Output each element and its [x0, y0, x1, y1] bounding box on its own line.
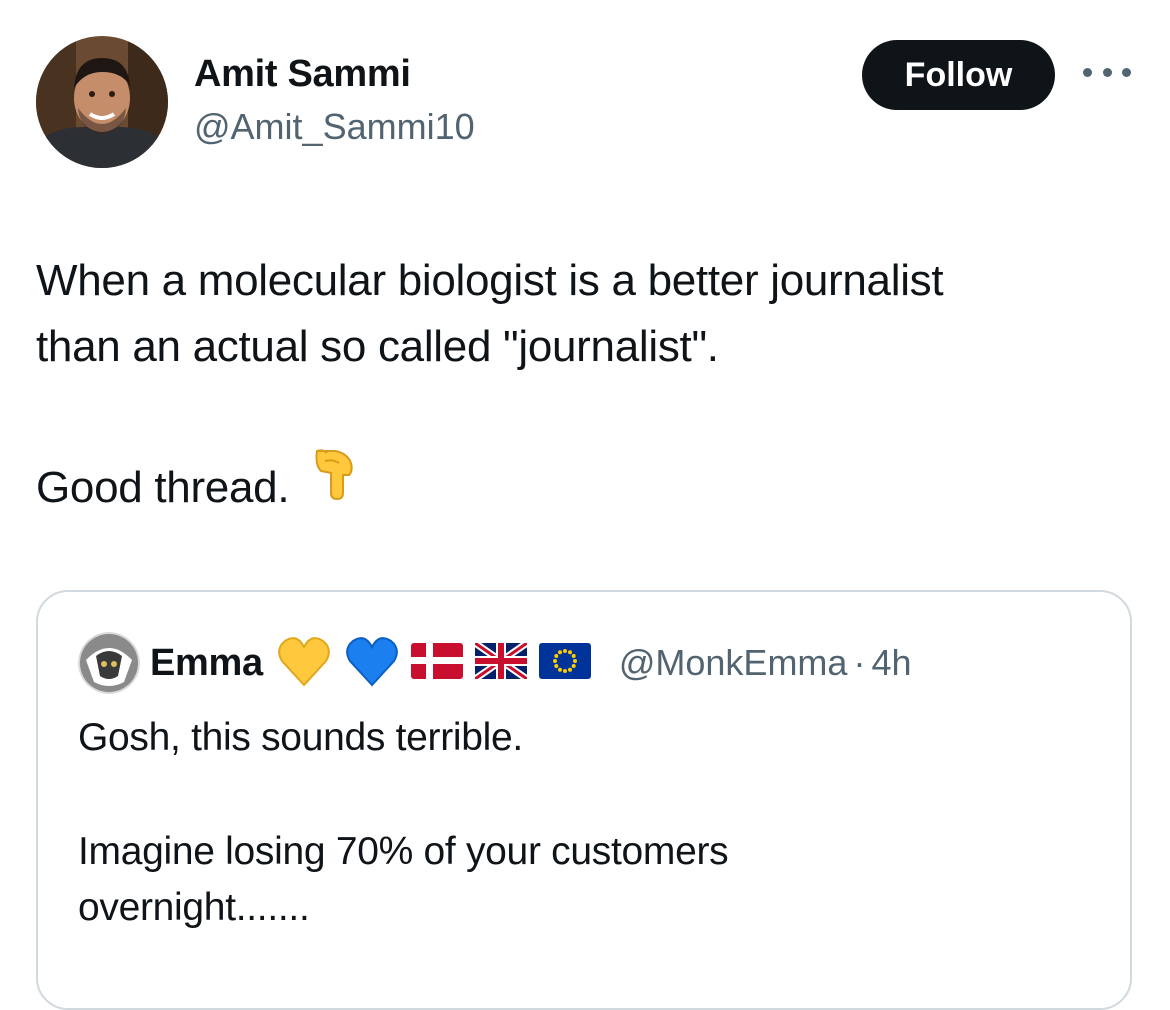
quoted-line: Gosh, this sounds terrible.: [78, 716, 523, 759]
quoted-timestamp[interactable]: 4h: [871, 642, 911, 684]
more-options-icon[interactable]: [1083, 62, 1131, 82]
quoted-name[interactable]: Emma: [150, 642, 263, 685]
tweet-line-text: Good thread.: [36, 463, 290, 513]
yellow-heart-icon: [277, 635, 331, 692]
quoted-handle[interactable]: @MonkEmma: [619, 642, 848, 684]
uk-flag-icon: [472, 639, 529, 684]
quoted-tweet[interactable]: Emma @MonkEmma · 4h Gosh, this sounds te…: [36, 590, 1132, 1010]
blue-heart-icon: [345, 635, 399, 692]
quoted-separator: ·: [853, 642, 866, 683]
backhand-index-pointing-down-icon: [311, 445, 355, 520]
quoted-text: Gosh, this sounds terrible. Imagine losi…: [78, 710, 1078, 936]
denmark-flag-icon: [410, 642, 463, 684]
tweet-text: When a molecular biologist is a better j…: [36, 248, 1146, 528]
author-name[interactable]: Amit Sammi: [194, 50, 411, 98]
follow-button[interactable]: Follow: [862, 40, 1055, 110]
tweet-line: Good thread.: [36, 449, 1146, 528]
quoted-header: Emma @MonkEmma · 4h: [150, 632, 912, 694]
eu-flag-icon: [538, 642, 591, 684]
tweet-line: than an actual so called "journalist".: [36, 322, 719, 371]
author-handle[interactable]: @Amit_Sammi10: [194, 104, 475, 150]
author-avatar[interactable]: [36, 36, 168, 168]
tweet-line: When a molecular biologist is a better j…: [36, 256, 944, 305]
quoted-avatar[interactable]: [78, 632, 140, 694]
quoted-line: overnight.......: [78, 886, 310, 929]
quoted-line: Imagine losing 70% of your customers: [78, 830, 729, 873]
